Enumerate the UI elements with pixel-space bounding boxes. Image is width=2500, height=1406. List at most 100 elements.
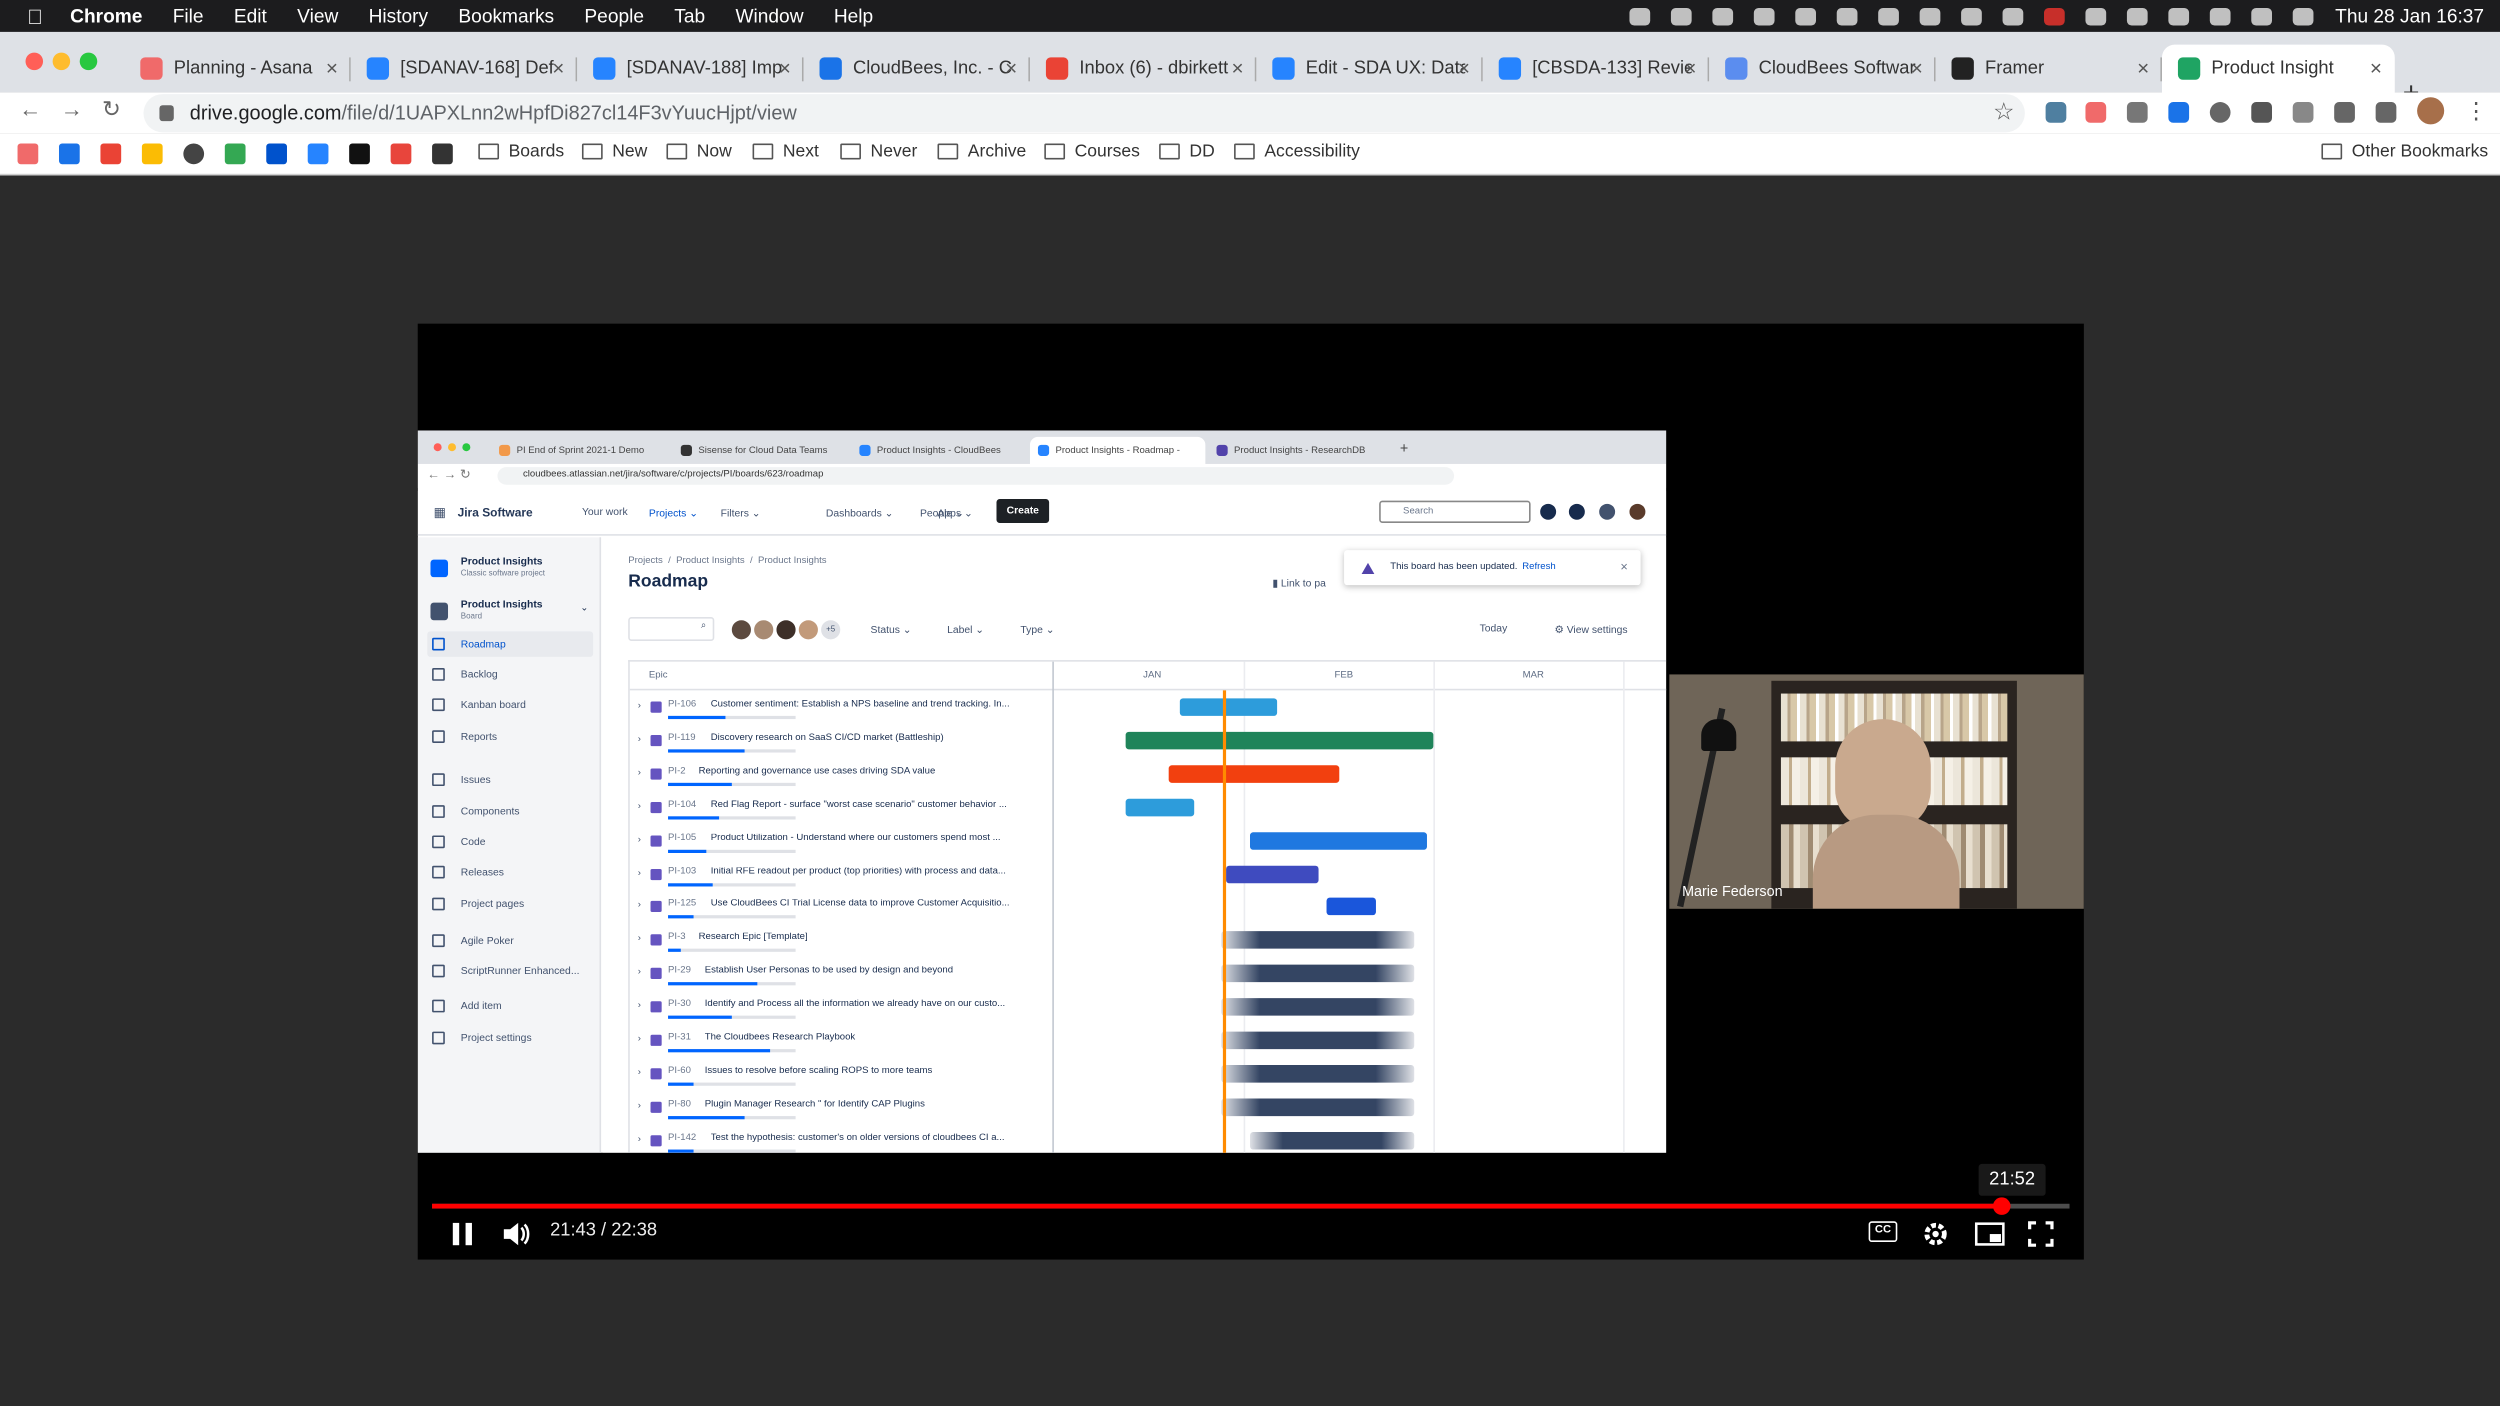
bookmark-folder-next[interactable]: Next (752, 142, 819, 161)
shield-icon[interactable] (224, 143, 246, 165)
fullscreen-icon[interactable] (2026, 1220, 2055, 1249)
browser-tab[interactable]: Inbox (6) - dbirkett × (1030, 45, 1257, 93)
clock[interactable]: Thu 28 Jan 16:37 (2335, 5, 2484, 27)
close-tab-icon[interactable]: × (1684, 56, 1696, 80)
close-tab-icon[interactable]: × (779, 56, 791, 80)
menu-icon[interactable]: ⋮ (2465, 97, 2487, 124)
settings-gear-icon[interactable] (1921, 1220, 1950, 1249)
user-icon[interactable] (2167, 7, 2189, 25)
flag-icon[interactable] (2043, 7, 2065, 25)
bookmark-star-icon[interactable]: ☆ (1993, 97, 2014, 126)
siri-icon[interactable] (2292, 7, 2313, 25)
browser-tab[interactable]: CloudBees Softwar × (1709, 45, 1936, 93)
tray-icon[interactable] (1877, 7, 1899, 25)
menu-item-edit[interactable]: Edit (234, 5, 267, 27)
menu-item-file[interactable]: File (173, 5, 204, 27)
forward-button[interactable]: → (61, 96, 83, 122)
bookmark-folder-never[interactable]: Never (840, 142, 917, 161)
bookmark-folder-new[interactable]: New (581, 142, 647, 161)
reload-button[interactable]: ↻ (102, 96, 121, 123)
close-window-button[interactable] (25, 52, 44, 71)
browser-tab[interactable]: [SDANAV-168] Def × (351, 45, 578, 93)
github-icon[interactable] (183, 143, 205, 165)
profile-avatar[interactable] (2417, 97, 2445, 125)
other-bookmarks[interactable]: Other Bookmarks (2321, 142, 2488, 161)
back-button[interactable]: ← (19, 96, 41, 122)
menu-item-help[interactable]: Help (834, 5, 873, 27)
bookmark-folder-dd[interactable]: DD (1159, 142, 1215, 161)
wifi-icon[interactable] (2126, 7, 2147, 25)
close-tab-icon[interactable]: × (1458, 56, 1470, 80)
tray-icon[interactable] (1628, 7, 1650, 25)
seek-handle[interactable] (1992, 1197, 2011, 1215)
tray-icon[interactable] (1670, 7, 1691, 25)
miniplayer-icon[interactable] (1974, 1220, 2006, 1249)
invision-icon[interactable] (390, 143, 412, 165)
bookmark-folder-boards[interactable]: Boards (478, 142, 564, 161)
drive-icon[interactable] (141, 143, 163, 165)
tray-icon[interactable] (1794, 7, 1816, 25)
bookmark-folder-now[interactable]: Now (666, 142, 732, 161)
menu-item-history[interactable]: History (369, 5, 429, 27)
pause-icon[interactable] (450, 1220, 476, 1249)
captions-button[interactable]: CC (1868, 1221, 1898, 1243)
tray-icon[interactable] (1836, 7, 1857, 25)
gmail-icon[interactable] (100, 143, 122, 165)
reading-list-icon[interactable] (2375, 102, 2397, 123)
close-tab-icon[interactable]: × (1005, 56, 1017, 80)
bookmark-folder-accessibility[interactable]: Accessibility (1234, 142, 1360, 161)
browser-tab[interactable]: Product Insight × (2161, 44, 2395, 93)
framer-icon[interactable] (349, 143, 370, 165)
menu-item-window[interactable]: Window (735, 5, 803, 27)
check-icon[interactable] (2209, 102, 2231, 123)
extension-icon[interactable] (2085, 102, 2107, 123)
close-tab-icon[interactable]: × (552, 56, 564, 80)
extension-icon[interactable] (2168, 102, 2190, 123)
menu-item-tab[interactable]: Tab (674, 5, 705, 27)
bookmark-folder-archive[interactable]: Archive (937, 142, 1026, 161)
close-tab-icon[interactable]: × (2370, 56, 2382, 80)
bookmark-folder-courses[interactable]: Courses (1044, 142, 1140, 161)
expand-chevron-icon: › (637, 1101, 641, 1111)
video-player[interactable]: PI End of Sprint 2021-1 Demo Sisense for … (417, 323, 2084, 1260)
bluetooth-icon[interactable] (1960, 7, 1982, 25)
close-tab-icon[interactable]: × (326, 56, 338, 80)
tray-icon[interactable] (1918, 7, 1940, 25)
address-bar[interactable]: drive.google.com/file/d/1UAPXLnn2wHpfDi8… (143, 94, 2025, 133)
rocket-icon[interactable] (2251, 102, 2273, 123)
calendar-icon[interactable] (58, 143, 80, 165)
control-center-icon[interactable] (2250, 7, 2272, 25)
minimize-window-button[interactable] (52, 52, 71, 71)
atlassian-icon[interactable] (266, 143, 287, 165)
feather-icon[interactable] (432, 143, 453, 165)
tray-icon[interactable] (1711, 7, 1733, 25)
close-tab-icon[interactable]: × (1232, 56, 1244, 80)
browser-tab[interactable]: CloudBees, Inc. - C × (804, 45, 1030, 93)
battery-icon[interactable] (2084, 7, 2106, 25)
browser-tab[interactable]: Framer × (1936, 45, 2162, 93)
spotlight-icon[interactable] (2209, 7, 2230, 25)
asana-icon[interactable] (17, 143, 39, 165)
help-icon (1568, 503, 1585, 520)
extension-icon[interactable] (2292, 102, 2314, 123)
jira-icon[interactable] (307, 143, 329, 165)
browser-tab[interactable]: [CBSDA-133] Revie × (1483, 45, 1710, 93)
camera-icon[interactable] (2126, 102, 2148, 123)
volume-icon[interactable] (501, 1220, 533, 1249)
browser-tab[interactable]: Edit - SDA UX: Data × (1256, 45, 1483, 93)
close-tab-icon[interactable]: × (1911, 56, 1923, 80)
menu-item-bookmarks[interactable]: Bookmarks (458, 5, 554, 27)
menu-item-people[interactable]: People (584, 5, 644, 27)
apple-icon[interactable]:  (0, 4, 70, 28)
browser-tab[interactable]: [SDANAV-188] Imp × (577, 45, 804, 93)
menu-item-view[interactable]: View (297, 5, 338, 27)
tray-icon[interactable] (1753, 7, 1774, 25)
browser-tab[interactable]: Planning - Asana × (124, 45, 351, 93)
puzzle-icon[interactable] (2334, 102, 2355, 123)
menu-item-chrome[interactable]: Chrome (70, 5, 142, 27)
volume-icon[interactable] (2001, 7, 2023, 25)
close-tab-icon[interactable]: × (2137, 56, 2149, 80)
zoom-window-button[interactable] (79, 52, 98, 71)
extension-icon[interactable] (2045, 102, 2067, 123)
seek-bar[interactable] (432, 1197, 2070, 1215)
